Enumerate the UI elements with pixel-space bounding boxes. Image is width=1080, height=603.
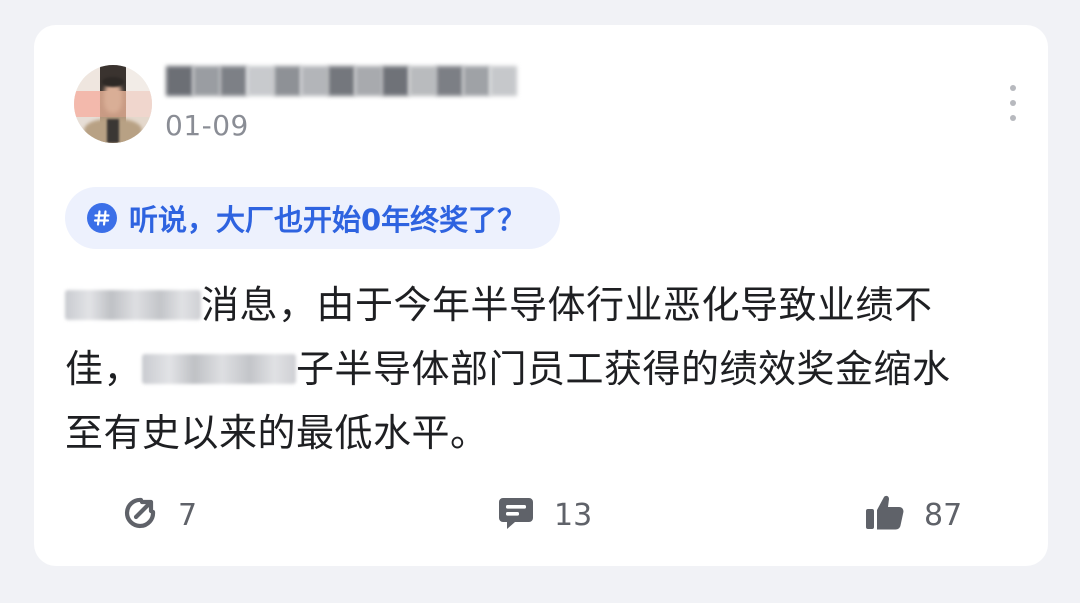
body-line-1-text: 消息，由于今年半导体行业恶化导致业绩不 (201, 283, 933, 327)
body-line-2-start: 佳， (65, 347, 143, 391)
share-icon (120, 493, 160, 537)
post-body: 消息，由于今年半导体行业恶化导致业绩不 佳， 子半导体部门员工获得的绩效奖金缩水 … (65, 273, 1015, 465)
post-date: 01-09 (165, 109, 249, 142)
share-count: 7 (178, 497, 198, 533)
topic-tag[interactable]: 听说，大厂也开始0年终奖了？ (65, 187, 561, 249)
body-line-2-text: 子半导体部门员工获得的绩效奖金缩水 (296, 347, 951, 391)
username-mosaic (166, 66, 517, 96)
comment-count: 13 (554, 497, 593, 533)
redacted-source (65, 289, 201, 320)
body-line-3: 至有史以来的最低水平。 (65, 411, 489, 455)
comment-icon (496, 493, 536, 537)
action-bar: 7 13 87 (34, 490, 1048, 540)
share-button[interactable]: 7 (120, 490, 197, 540)
body-line-1: 消息，由于今年半导体行业恶化导致业绩不 (65, 273, 1015, 337)
post-card: 01-09 听说，大厂也开始0年终奖了？ 消息，由于今年半导体行业恶化导致业绩不… (34, 25, 1048, 566)
avatar[interactable] (74, 65, 152, 143)
like-count: 87 (924, 497, 963, 533)
username-blurred[interactable] (166, 61, 546, 101)
hashtag-icon (87, 203, 117, 233)
body-line-2: 佳， 子半导体部门员工获得的绩效奖金缩水 (65, 337, 1015, 401)
redacted-company (142, 353, 297, 384)
like-button[interactable]: 87 (864, 490, 962, 540)
topic-label: 听说，大厂也开始0年终奖了？ (129, 203, 527, 237)
comment-button[interactable]: 13 (496, 490, 592, 540)
more-options-icon[interactable] (1008, 85, 1018, 121)
thumbs-up-icon (864, 493, 906, 537)
